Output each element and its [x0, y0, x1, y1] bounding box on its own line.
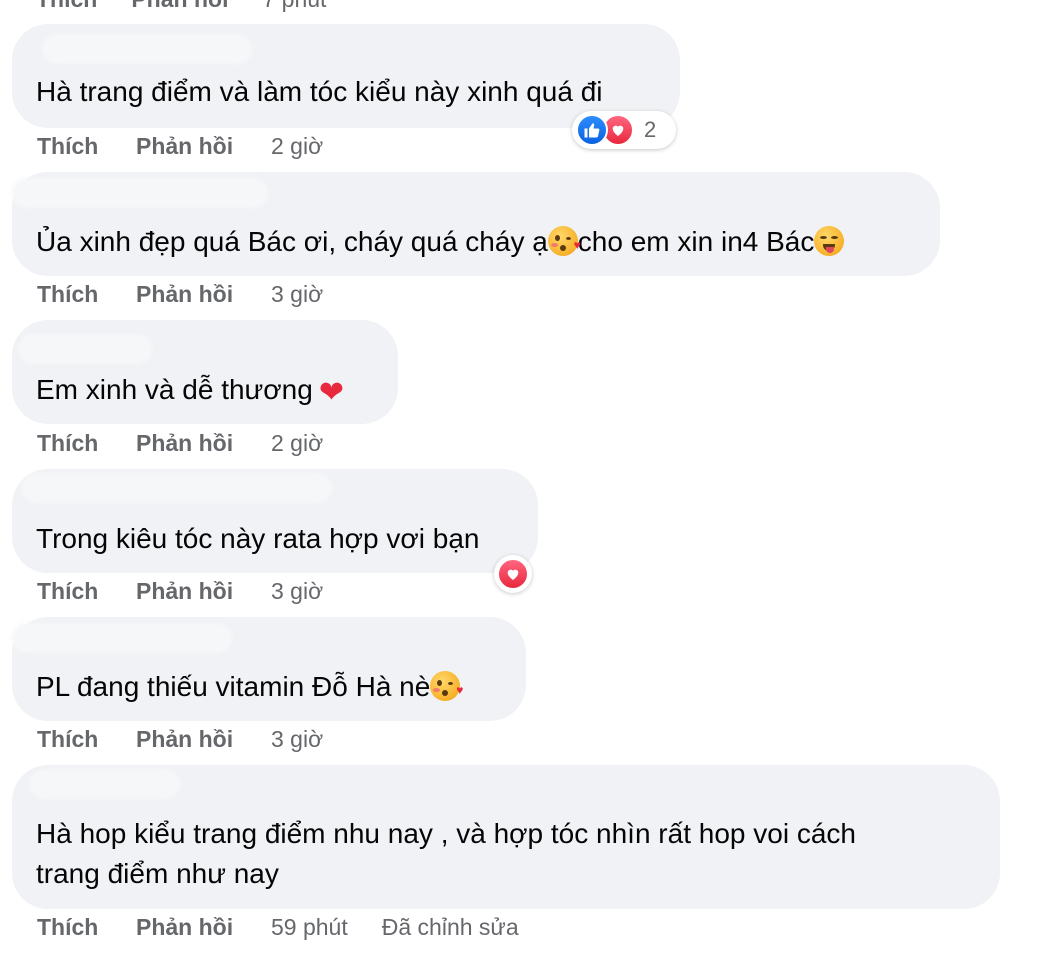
comment-text: Hà trang điểm và làm tóc kiểu này xinh q… [36, 76, 603, 107]
reply-action[interactable]: Phản hồi [136, 726, 271, 753]
reaction-summary[interactable] [494, 555, 532, 593]
like-action[interactable]: Thích [37, 281, 136, 308]
comment-actions: Thích Phản hồi 3 giờ [37, 578, 323, 605]
comment-time: 3 giờ [271, 281, 324, 307]
comment-actions: Thích Phản hồi 2 giờ [37, 133, 323, 160]
reply-action[interactable]: Phản hồi [136, 281, 271, 308]
comment-bubble: Em xinh và dễ thương ❤ [12, 320, 398, 424]
like-icon [576, 114, 608, 146]
comment-bubble: Trong kiêu tóc này rata hợp vơi bạn [12, 469, 538, 573]
redacted-author-name [12, 178, 268, 208]
comment-actions: Thích Phản hồi 3 giờ [37, 281, 323, 308]
comment-actions: Thích Phản hồi 59 phút Đã chỉnh sửa [37, 914, 519, 941]
comment-time: 2 giờ [271, 133, 324, 159]
like-action[interactable]: Thích [37, 726, 136, 753]
comment-bubble: PL đang thiếu vitamin Đỗ Hà nè ♥ [12, 617, 526, 721]
like-action[interactable]: Thích [37, 578, 136, 605]
comment-time: 2 giờ [271, 430, 324, 456]
redacted-author-name [22, 473, 332, 503]
reply-action[interactable]: Phản hồi [136, 133, 271, 160]
previous-comment-actions: Thích Phản hồi 7 phút [36, 0, 326, 12]
comment-time: 59 phút [271, 914, 348, 940]
reply-action[interactable]: Phản hồi [136, 914, 271, 941]
comment-text: Trong kiêu tóc này rata hợp vơi bạn [36, 523, 480, 554]
like-action[interactable]: Thích [37, 914, 136, 941]
love-icon [497, 558, 529, 590]
like-action[interactable]: Thích [37, 133, 136, 160]
reaction-count: 2 [644, 117, 657, 142]
redacted-author-name [12, 623, 232, 653]
comment-text: Ủa xinh đẹp quá Bác ơi, cháy quá cháy ạ ♥… [36, 222, 845, 262]
squinting-face-with-tongue-emoji [814, 226, 845, 256]
reply-action[interactable]: Phản hồi [131, 0, 228, 12]
face-blowing-kiss-emoji: ♥ [430, 671, 463, 701]
comment-actions: Thích Phản hồi 3 giờ [37, 726, 323, 753]
comment-time: 7 phút [262, 0, 326, 12]
face-blowing-kiss-emoji: ♥ [547, 226, 581, 256]
comment-bubble: Hà hop kiểu trang điểm nhu nay , và hợp … [12, 765, 1000, 909]
comment-time: 3 giờ [271, 578, 324, 604]
reaction-summary[interactable]: 2 [572, 111, 676, 149]
reply-action[interactable]: Phản hồi [136, 430, 271, 457]
comment-actions: Thích Phản hồi 2 giờ [37, 430, 323, 457]
red-heart-emoji: ❤ [318, 376, 344, 409]
reply-action[interactable]: Phản hồi [136, 578, 271, 605]
redacted-author-name [42, 34, 252, 64]
redacted-author-name [18, 334, 152, 364]
comment-text-line-1: Hà hop kiểu trang điểm nhu nay , và hợp … [36, 818, 856, 849]
comment-text: PL đang thiếu vitamin Đỗ Hà nè ♥ [36, 671, 464, 702]
redacted-author-name [30, 769, 180, 799]
comment-bubble: Hà trang điểm và làm tóc kiểu này xinh q… [12, 24, 680, 128]
like-action[interactable]: Thích [36, 0, 97, 12]
edited-label[interactable]: Đã chỉnh sửa [382, 914, 519, 941]
like-action[interactable]: Thích [37, 430, 136, 457]
comment-text: Em xinh và dễ thương ❤ [36, 374, 344, 409]
comment-bubble: Ủa xinh đẹp quá Bác ơi, cháy quá cháy ạ ♥… [12, 172, 940, 276]
comment-text-line-2: trang điểm như nay [36, 858, 279, 889]
comment-time: 3 giờ [271, 726, 324, 752]
